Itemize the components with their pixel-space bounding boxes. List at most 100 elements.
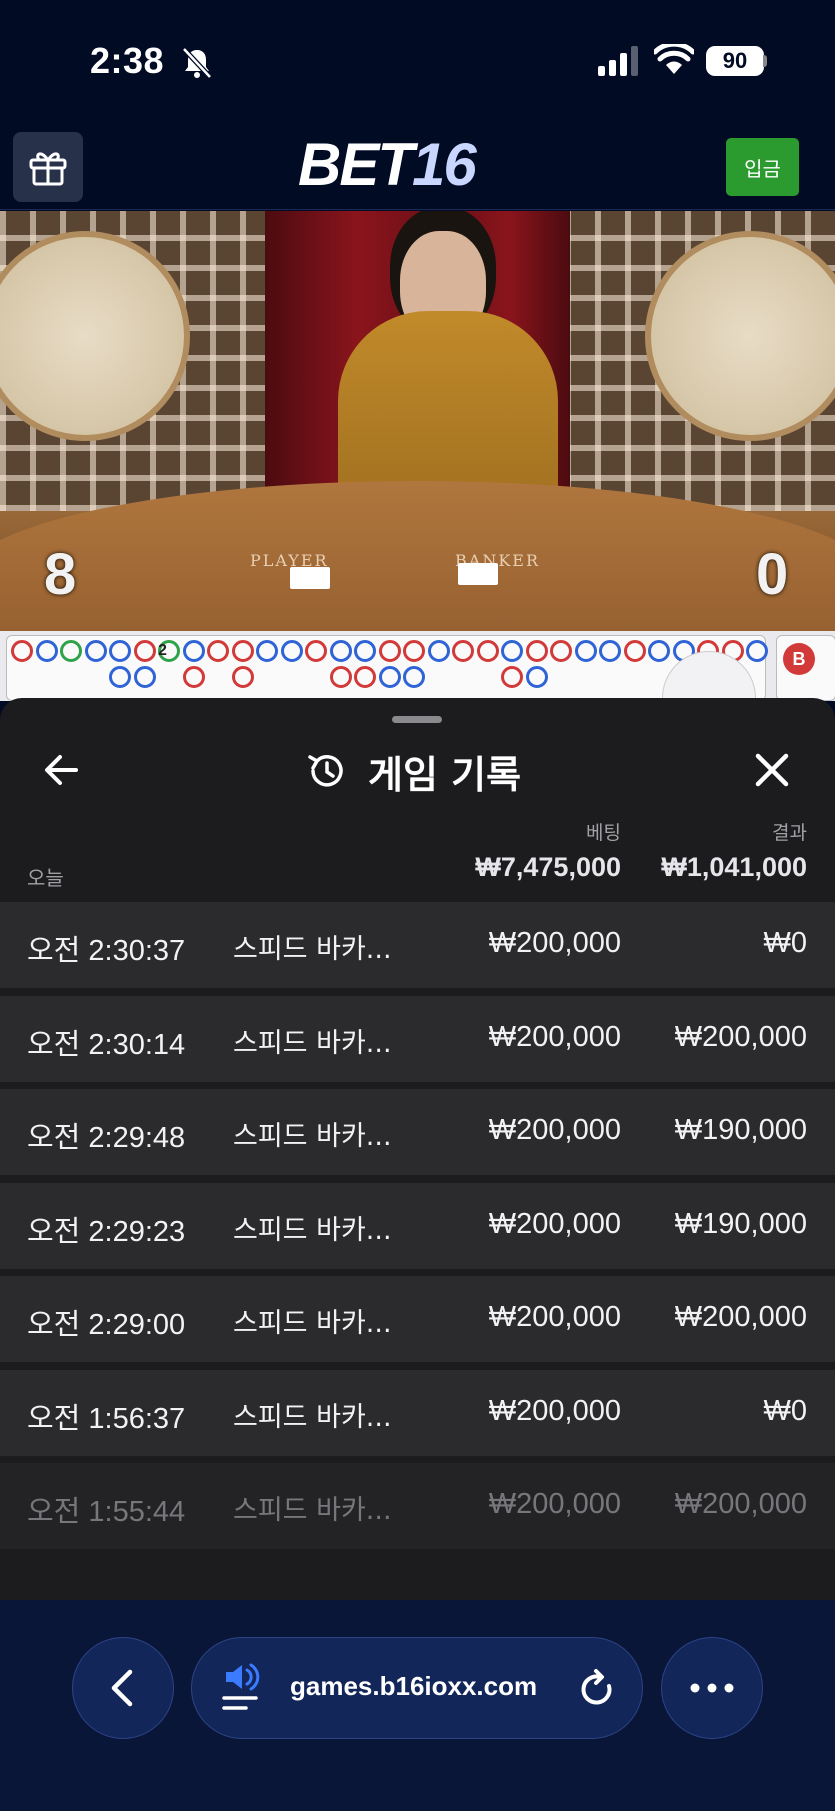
logo-bet: BET — [298, 131, 414, 198]
column-header-result: 결과 — [772, 822, 807, 844]
row-result: ₩0 — [763, 1394, 808, 1427]
bead-cell — [648, 640, 670, 662]
bead-cell — [378, 640, 401, 662]
row-result: ₩200,000 — [674, 1488, 807, 1520]
row-time: 오전 2:30:14 — [27, 1028, 186, 1061]
bead-cell — [354, 640, 376, 662]
history-row[interactable]: 오전 2:29:00 스피드 바카... ₩200,000 ₩200,000 — [0, 1276, 835, 1362]
row-bet: ₩200,000 — [488, 1488, 621, 1520]
row-time: 오전 2:29:48 — [27, 1122, 186, 1154]
player-card — [290, 567, 330, 589]
row-bet: ₩200,000 — [488, 927, 621, 959]
row-time: 오전 2:30:37 — [27, 935, 186, 967]
gift-icon — [29, 152, 67, 186]
history-row[interactable]: 오전 2:30:14 스피드 바카... ₩200,000 ₩200,000 — [0, 995, 835, 1082]
history-list: 오전 2:30:37 스피드 바카... ₩200,000 ₩0 오전 2:30… — [0, 902, 835, 1557]
column-header-bet: 베팅 — [586, 822, 621, 844]
row-result: ₩200,000 — [674, 1301, 807, 1333]
history-row[interactable]: 오전 2:29:23 스피드 바카... ₩200,000 ₩190,000 — [0, 1182, 835, 1269]
bet16-logo[interactable]: BET16 — [298, 130, 538, 200]
row-bet: ₩200,000 — [488, 1114, 621, 1146]
back-arrow-icon[interactable] — [40, 748, 84, 792]
row-game: 스피드 바카... — [233, 1495, 392, 1526]
logo-16: 16 — [412, 131, 477, 198]
bead-cell — [623, 640, 646, 662]
sheet-title: 게임 기록 — [368, 752, 522, 797]
bead-cell — [35, 640, 58, 662]
bead-cell — [378, 666, 401, 688]
bead-cell — [476, 640, 499, 662]
history-row[interactable]: 오전 1:56:37 스피드 바카... ₩200,000 ₩0 — [0, 1369, 835, 1456]
url-text: games.b16ioxx.com — [290, 1671, 538, 1701]
battery-tip — [763, 55, 767, 67]
browser-toolbar: games.b16ioxx.com — [0, 1600, 835, 1811]
bead-cell — [403, 640, 425, 662]
player-score: 8 — [44, 542, 77, 607]
game-history-sheet: 게임 기록 베팅 결과 오늘 ₩7,475,000 ₩1,041,000 오전 … — [0, 698, 835, 1600]
banker-predict-chip[interactable]: B — [783, 643, 815, 675]
app-header: BET16 입금 — [0, 122, 835, 210]
banker-card — [458, 563, 498, 585]
history-icon — [308, 755, 343, 787]
bead-cell — [501, 640, 523, 662]
bead-number-label: 2 — [158, 642, 167, 659]
bead-cell — [133, 666, 156, 688]
today-label: 오늘 — [27, 866, 64, 890]
row-game: 스피드 바카... — [233, 1401, 392, 1433]
bead-cell — [329, 666, 352, 688]
bead-cell — [133, 640, 156, 662]
roadmap-strip[interactable]: 2 B — [0, 631, 835, 701]
address-bar[interactable]: games.b16ioxx.com — [191, 1637, 643, 1739]
live-dealer-video[interactable]: PLAYER BANKER 8 0 — [0, 211, 835, 631]
deposit-button[interactable]: 입금 — [726, 138, 799, 196]
close-icon[interactable] — [750, 748, 794, 792]
drag-handle[interactable] — [392, 716, 442, 723]
more-dots-icon — [690, 1683, 734, 1693]
total-bet-amount: ₩7,475,000 — [475, 852, 621, 882]
cellular-signal-icon — [598, 46, 638, 76]
bead-cell — [60, 640, 82, 662]
row-time: 오전 2:29:00 — [27, 1309, 186, 1341]
row-bet: ₩200,000 — [488, 1301, 621, 1333]
chevron-left-icon — [111, 1669, 133, 1707]
reload-icon[interactable] — [578, 1668, 618, 1710]
bead-cell — [525, 666, 548, 688]
bead-cell — [182, 666, 205, 688]
bell-muted-icon — [182, 47, 212, 79]
history-row[interactable]: 오전 2:30:37 스피드 바카... ₩200,000 ₩0 — [0, 902, 835, 988]
bead-cell — [280, 640, 303, 662]
gift-button[interactable] — [13, 132, 83, 202]
bead-cell — [231, 666, 254, 688]
history-row[interactable]: 오전 2:29:48 스피드 바카... ₩200,000 ₩190,000 — [0, 1089, 835, 1175]
row-game: 스피드 바카... — [233, 1214, 392, 1246]
status-bar: 2:38 90 — [0, 0, 835, 122]
sheet-header: 게임 기록 — [306, 746, 522, 797]
clock: 2:38 — [90, 40, 165, 81]
bead-cell — [182, 640, 205, 662]
bead-cell — [599, 640, 621, 662]
battery-indicator: 90 — [706, 46, 764, 76]
row-game: 스피드 바카... — [233, 1308, 392, 1339]
bead-cell — [403, 666, 425, 688]
bead-cell — [501, 666, 523, 688]
wifi-icon — [654, 44, 694, 74]
bead-cell — [207, 640, 229, 662]
row-game: 스피드 바카... — [233, 1027, 392, 1059]
banker-score: 0 — [756, 542, 789, 607]
bead-cell — [256, 640, 278, 662]
more-options-button[interactable] — [661, 1637, 763, 1739]
history-row[interactable]: 오전 1:55:44 스피드 바카... ₩200,000 ₩200,000 — [0, 1463, 835, 1549]
bead-cell — [354, 666, 376, 688]
row-bet: ₩200,000 — [488, 1020, 621, 1053]
bead-cell — [84, 640, 107, 662]
row-result: ₩200,000 — [674, 1020, 807, 1053]
row-result: ₩0 — [763, 927, 808, 959]
row-result: ₩190,000 — [674, 1114, 807, 1146]
row-time: 오전 1:55:44 — [27, 1496, 186, 1528]
bead-cell — [109, 666, 131, 688]
bead-cell — [427, 640, 450, 662]
browser-back-button[interactable] — [72, 1637, 174, 1739]
bead-cell — [231, 640, 254, 662]
bead-cell — [574, 640, 597, 662]
row-game: 스피드 바카... — [233, 934, 392, 965]
